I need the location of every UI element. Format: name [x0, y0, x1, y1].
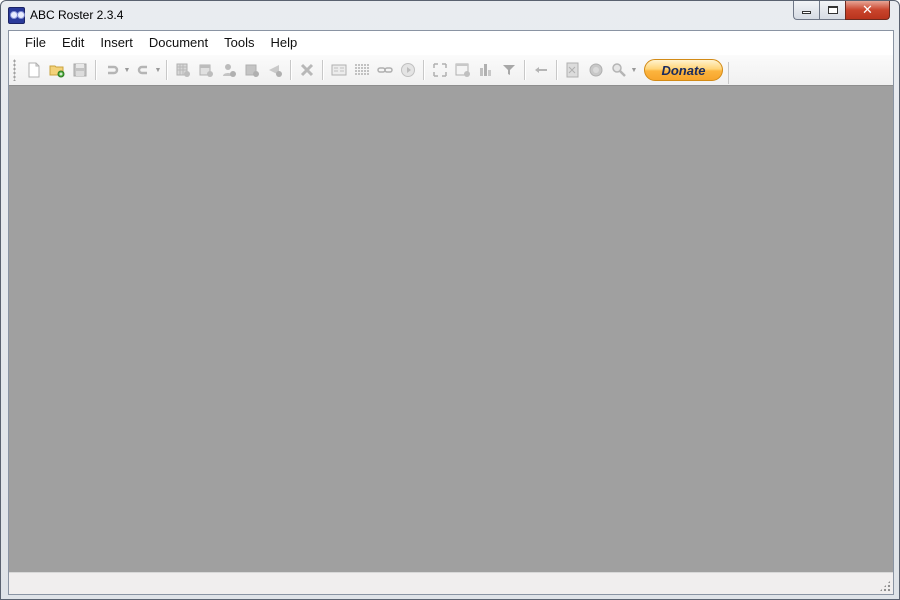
undo-button[interactable]	[101, 59, 123, 81]
window-controls: ✕	[793, 1, 890, 21]
properties-card-icon	[331, 64, 346, 76]
add-person-icon	[222, 64, 236, 77]
expand-arrows-icon	[432, 63, 447, 77]
redo-dropdown[interactable]: ▼	[154, 59, 162, 81]
filter-button[interactable]	[498, 59, 520, 81]
link-chain-icon	[376, 67, 393, 73]
magnifier-icon	[611, 63, 626, 77]
arrow-left-icon	[534, 67, 547, 73]
toolbar: ▼ ▼ ▼ Donate	[9, 55, 893, 85]
minimize-button[interactable]	[793, 1, 819, 20]
add-box-icon	[245, 64, 259, 77]
back-button[interactable]	[530, 59, 552, 81]
toolbar-separator	[556, 60, 557, 80]
close-icon: ✕	[862, 2, 873, 17]
schedule-button[interactable]	[452, 59, 474, 81]
add-grid-icon	[176, 63, 190, 77]
export-document-icon	[566, 62, 578, 78]
zoom-button[interactable]	[608, 59, 630, 81]
maximize-button[interactable]	[819, 1, 845, 20]
title-bar[interactable]: ABC Roster 2.3.4 ✕	[1, 1, 899, 30]
play-circle-icon	[400, 63, 415, 77]
redo-button[interactable]	[132, 59, 154, 81]
new-document-icon	[28, 62, 39, 78]
toolbar-separator	[95, 60, 96, 80]
add-calendar-icon	[199, 64, 213, 77]
toolbar-separator	[322, 60, 323, 80]
refresh-globe-icon	[589, 63, 602, 77]
mdi-workspace[interactable]	[9, 85, 893, 572]
add-roster-button[interactable]	[172, 59, 194, 81]
minimize-icon	[802, 11, 811, 14]
menu-insert[interactable]: Insert	[92, 32, 141, 54]
add-calendar-button[interactable]	[195, 59, 217, 81]
fit-button[interactable]	[429, 59, 451, 81]
delete-button[interactable]	[296, 59, 318, 81]
toolbar-separator	[290, 60, 291, 80]
columns-button[interactable]	[351, 59, 373, 81]
client-area: File Edit Insert Document Tools Help ▼ ▼…	[8, 30, 894, 595]
menu-bar: File Edit Insert Document Tools Help	[9, 31, 893, 55]
app-window: ABC Roster 2.3.4 ✕ File Edit Insert Docu…	[0, 0, 900, 600]
app-logo-icon[interactable]	[8, 7, 25, 24]
donate-button[interactable]: Donate	[644, 59, 723, 81]
open-folder-icon	[49, 65, 64, 78]
save-button[interactable]	[69, 59, 91, 81]
maximize-icon	[827, 6, 838, 14]
resize-grip-icon[interactable]	[879, 580, 891, 592]
toolbar-separator	[524, 60, 525, 80]
window-clock-icon	[455, 63, 470, 77]
properties-button[interactable]	[328, 59, 350, 81]
link-button[interactable]	[374, 59, 396, 81]
zoom-dropdown[interactable]: ▼	[630, 59, 638, 81]
new-button[interactable]	[23, 59, 45, 81]
delete-x-icon	[300, 63, 313, 77]
toolbar-end	[728, 62, 729, 84]
toolbar-separator	[423, 60, 424, 80]
window-title: ABC Roster 2.3.4	[30, 8, 124, 22]
menu-file[interactable]: File	[17, 32, 54, 54]
status-bar	[9, 572, 893, 594]
undo-dropdown[interactable]: ▼	[123, 59, 131, 81]
add-shift-button[interactable]	[241, 59, 263, 81]
add-announcement-button[interactable]	[264, 59, 286, 81]
save-disk-icon	[73, 63, 86, 77]
undo-icon	[107, 65, 118, 75]
columns-grid-icon	[354, 64, 369, 76]
toolbar-grip[interactable]	[13, 59, 16, 81]
menu-document[interactable]: Document	[141, 32, 216, 54]
add-person-button[interactable]	[218, 59, 240, 81]
redo-icon	[137, 65, 147, 75]
menu-help[interactable]: Help	[262, 32, 305, 54]
filter-funnel-icon	[502, 65, 515, 75]
refresh-button[interactable]	[585, 59, 607, 81]
play-button[interactable]	[397, 59, 419, 81]
add-megaphone-icon	[268, 65, 282, 77]
open-button[interactable]	[46, 59, 68, 81]
close-button[interactable]: ✕	[845, 1, 890, 20]
export-button[interactable]	[562, 59, 584, 81]
statistics-button[interactable]	[475, 59, 497, 81]
bar-chart-icon	[479, 64, 491, 76]
menu-edit[interactable]: Edit	[54, 32, 92, 54]
menu-tools[interactable]: Tools	[216, 32, 262, 54]
toolbar-separator	[166, 60, 167, 80]
